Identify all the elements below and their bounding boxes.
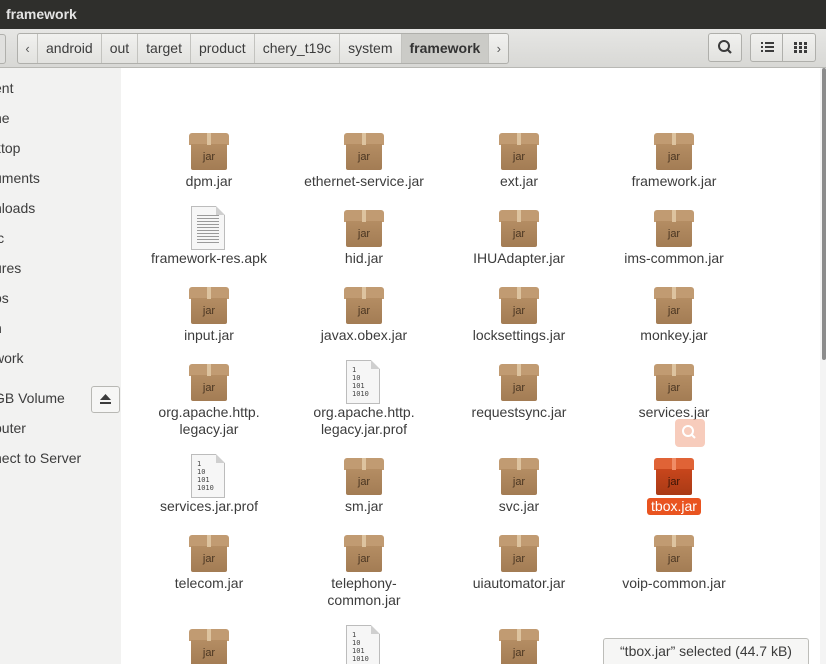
file-name: framework.jar — [631, 173, 717, 189]
sidebar-item-home[interactable]: ne — [0, 108, 10, 128]
search-icon — [682, 425, 696, 439]
file-name: input.jar — [184, 327, 234, 343]
file-name: locksettings.jar — [472, 327, 566, 343]
jar-archive-icon: jar — [342, 129, 386, 173]
file-name: javax.obex.jar — [320, 327, 408, 343]
file-name: sm.jar — [344, 498, 384, 514]
jar-archive-icon: jar — [497, 454, 541, 498]
sidebar-item-documents[interactable]: uments — [0, 168, 40, 188]
jar-archive-icon: jar — [187, 625, 231, 664]
grid-view-button[interactable] — [782, 33, 816, 62]
sidebar: ent ne ktop uments nloads ic ures os h w… — [0, 68, 122, 664]
search-highlight — [675, 419, 705, 447]
jar-archive-icon: jar — [497, 360, 541, 404]
jar-archive-icon: jar — [497, 531, 541, 575]
file-name: ethernet-service.jar — [304, 173, 424, 189]
grid-view-icon — [794, 42, 807, 53]
jar-archive-icon: jar — [652, 531, 696, 575]
sidebar-item-volume[interactable]: GB Volume — [0, 388, 65, 408]
breadcrumb-out[interactable]: out — [102, 34, 139, 63]
eject-button[interactable] — [91, 386, 120, 413]
sidebar-item-recent[interactable]: ent — [0, 78, 13, 98]
file-name: tbox.jar — [599, 498, 749, 515]
file-name: org.apache.http. legacy.jar.prof — [313, 404, 415, 437]
file-name: dpm.jar — [185, 173, 233, 189]
file-name: requestsync.jar — [471, 404, 567, 420]
path-scroll-left-button[interactable]: ‹ — [18, 34, 38, 63]
jar-archive-icon: jar — [342, 454, 386, 498]
sidebar-item-music[interactable]: ic — [0, 228, 4, 248]
eject-icon — [100, 394, 111, 404]
text-document-icon — [187, 206, 231, 250]
file-name: voip-common.jar — [622, 575, 726, 591]
sidebar-item-connect-to-server[interactable]: nect to Server — [0, 448, 81, 468]
jar-archive-icon: jar — [652, 360, 696, 404]
jar-archive-icon: jar — [187, 283, 231, 327]
jar-archive-icon: jar — [652, 206, 696, 250]
jar-archive-icon: jar — [187, 531, 231, 575]
sidebar-item-videos[interactable]: os — [0, 288, 9, 308]
file-name: org.apache.http. legacy.jar — [158, 404, 260, 437]
jar-archive-icon: jar — [342, 283, 386, 327]
sidebar-item-pictures[interactable]: ures — [0, 258, 21, 278]
list-view-icon — [761, 42, 774, 52]
file-name: svc.jar — [498, 498, 540, 514]
status-bar: “tbox.jar” selected (44.7 kB) — [603, 638, 809, 664]
breadcrumb-product[interactable]: product — [191, 34, 255, 63]
breadcrumb-chery-t19c[interactable]: chery_t19c — [255, 34, 341, 63]
binary-file-icon: 1 10 101 1010 — [342, 360, 386, 404]
file-name: framework-res.apk — [151, 250, 267, 266]
breadcrumb: ‹ android out target product chery_t19c … — [17, 33, 510, 64]
jar-archive-icon: jar — [497, 625, 541, 664]
sidebar-item-downloads[interactable]: nloads — [0, 198, 35, 218]
window-title: framework — [0, 0, 826, 29]
file-name: telecom.jar — [174, 575, 244, 591]
back-button[interactable] — [0, 34, 6, 64]
scrollbar-thumb[interactable] — [822, 68, 826, 360]
jar-archive-icon: jar — [652, 454, 696, 498]
search-icon — [718, 40, 732, 54]
sidebar-item-desktop[interactable]: ktop — [0, 138, 20, 158]
jar-archive-icon: jar — [342, 531, 386, 575]
jar-archive-icon: jar — [497, 206, 541, 250]
file-grid[interactable]: com.android.location.provider.jarcom.and… — [121, 68, 820, 664]
breadcrumb-system[interactable]: system — [340, 34, 402, 63]
file-name: hid.jar — [344, 250, 384, 266]
breadcrumb-framework[interactable]: framework — [401, 34, 490, 63]
search-button[interactable] — [708, 33, 742, 62]
file-name: uiautomator.jar — [472, 575, 566, 591]
list-view-button[interactable] — [750, 33, 783, 62]
jar-archive-icon: jar — [652, 283, 696, 327]
file-name: ext.jar — [499, 173, 539, 189]
toolbar: ‹ android out target product chery_t19c … — [0, 29, 826, 68]
sidebar-item-trash[interactable]: h — [0, 318, 2, 338]
file-name: monkey.jar — [640, 327, 708, 343]
file-name: telephony-common.jar — [327, 575, 401, 608]
file-name: ims-common.jar — [624, 250, 724, 266]
path-scroll-right-button[interactable]: › — [489, 34, 508, 63]
breadcrumb-android[interactable]: android — [38, 34, 102, 63]
jar-archive-icon: jar — [497, 129, 541, 173]
jar-archive-icon: jar — [342, 206, 386, 250]
jar-archive-icon: jar — [187, 129, 231, 173]
file-name: services.jar — [638, 404, 710, 420]
sidebar-item-framework[interactable]: work — [0, 348, 24, 368]
binary-file-icon: 1 10 101 1010 — [342, 625, 386, 664]
binary-file-icon: 1 10 101 1010 — [187, 454, 231, 498]
file-name: services.jar.prof — [159, 498, 259, 514]
sidebar-item-computer[interactable]: puter — [0, 418, 26, 438]
jar-archive-icon: jar — [497, 283, 541, 327]
jar-archive-icon: jar — [187, 360, 231, 404]
jar-archive-icon: jar — [652, 129, 696, 173]
breadcrumb-target[interactable]: target — [138, 34, 191, 63]
file-name: IHUAdapter.jar — [473, 250, 565, 266]
